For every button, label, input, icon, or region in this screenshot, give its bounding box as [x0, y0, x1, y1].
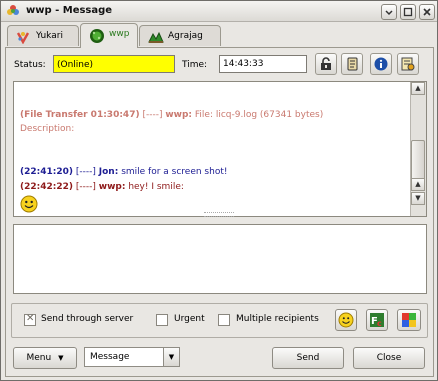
online-status-icon — [89, 28, 104, 43]
window-title: wwp - Message — [26, 5, 113, 16]
tab-yukari[interactable]: Yukari — [7, 25, 79, 46]
time-label: Time: — [182, 60, 208, 70]
send-through-server-label: Send through server — [41, 314, 134, 324]
background-color-button[interactable] — [397, 309, 421, 331]
user-info-button[interactable] — [370, 53, 392, 75]
history-scrollbar[interactable]: ▲ ▲ ▼ — [410, 82, 426, 216]
text-color-icon: F c — [370, 313, 384, 328]
time-field: 14:43:33 — [219, 55, 307, 73]
send-button[interactable]: Send — [272, 347, 344, 369]
smiley-button[interactable] — [335, 309, 357, 331]
maximize-icon — [403, 7, 413, 17]
minimize-icon — [385, 10, 393, 16]
tab-agrajag[interactable]: Agrajag — [139, 25, 221, 46]
licq-flower-icon — [16, 30, 30, 45]
away-status-icon — [148, 30, 164, 44]
urgent-checkbox[interactable] — [156, 314, 168, 326]
close-window-button[interactable] — [419, 4, 435, 20]
smiley-icon — [338, 312, 354, 328]
history-entry: (22:41:20) [----] Jon: smile for a scree… — [20, 167, 228, 177]
scroll-thumb[interactable] — [411, 140, 425, 180]
scroll-up-button[interactable]: ▲ — [411, 178, 425, 191]
send-options: Send through server Urgent Multiple reci… — [11, 303, 428, 338]
send-through-server-checkbox[interactable] — [24, 313, 36, 326]
splitter-grip[interactable] — [204, 212, 234, 217]
message-history[interactable]: (File Transfer 01:30:47) [----] wwp: Fil… — [13, 81, 427, 217]
scroll-up-button[interactable]: ▲ — [411, 82, 425, 95]
event-type-select[interactable]: Message ▼ — [84, 347, 180, 367]
svg-text:c: c — [377, 319, 382, 328]
history-entry: (File Transfer 01:30:47) [----] wwp: Fil… — [20, 110, 324, 120]
status-label: Status: — [14, 60, 46, 70]
history-button[interactable] — [341, 53, 363, 75]
history-icon — [347, 57, 358, 71]
urgent-label: Urgent — [174, 314, 205, 324]
maximize-button[interactable] — [400, 4, 416, 20]
title-bar[interactable]: wwp - Message — [1, 1, 437, 22]
user-info-icon — [374, 57, 388, 71]
secure-channel-icon — [321, 57, 331, 70]
tab-wwp[interactable]: wwp — [80, 23, 138, 48]
menu-button[interactable]: Menu ▼ — [13, 347, 77, 369]
smiley-face-icon — [20, 195, 38, 216]
multiple-recipients-label: Multiple recipients — [236, 314, 319, 324]
dropdown-arrow-icon: ▼ — [58, 354, 64, 362]
secure-channel-button[interactable] — [315, 53, 337, 75]
background-color-icon — [402, 313, 416, 327]
history-entry: Description: — [20, 124, 75, 134]
history-entry: (22:42:22) [----] wwp: hey! I smile: — [20, 182, 184, 192]
message-panel: Status: (Online) Time: 14:43:33 (File Tr… — [5, 47, 434, 377]
scroll-down-button[interactable]: ▼ — [411, 192, 425, 205]
chevron-down-icon[interactable]: ▼ — [163, 348, 179, 366]
message-window: wwp - Message Yukari wwp Agrajag Status:… — [0, 0, 438, 381]
status-field: (Online) — [53, 55, 175, 73]
minimize-button[interactable] — [381, 4, 397, 20]
encoding-icon — [401, 57, 415, 71]
compose-input[interactable] — [13, 224, 427, 294]
close-button[interactable]: Close — [353, 347, 425, 369]
multiple-recipients-checkbox[interactable] — [218, 314, 230, 326]
close-icon — [423, 8, 431, 16]
licq-flower-icon — [6, 4, 20, 18]
encoding-button[interactable] — [397, 53, 419, 75]
text-color-button[interactable]: F c — [366, 309, 388, 331]
